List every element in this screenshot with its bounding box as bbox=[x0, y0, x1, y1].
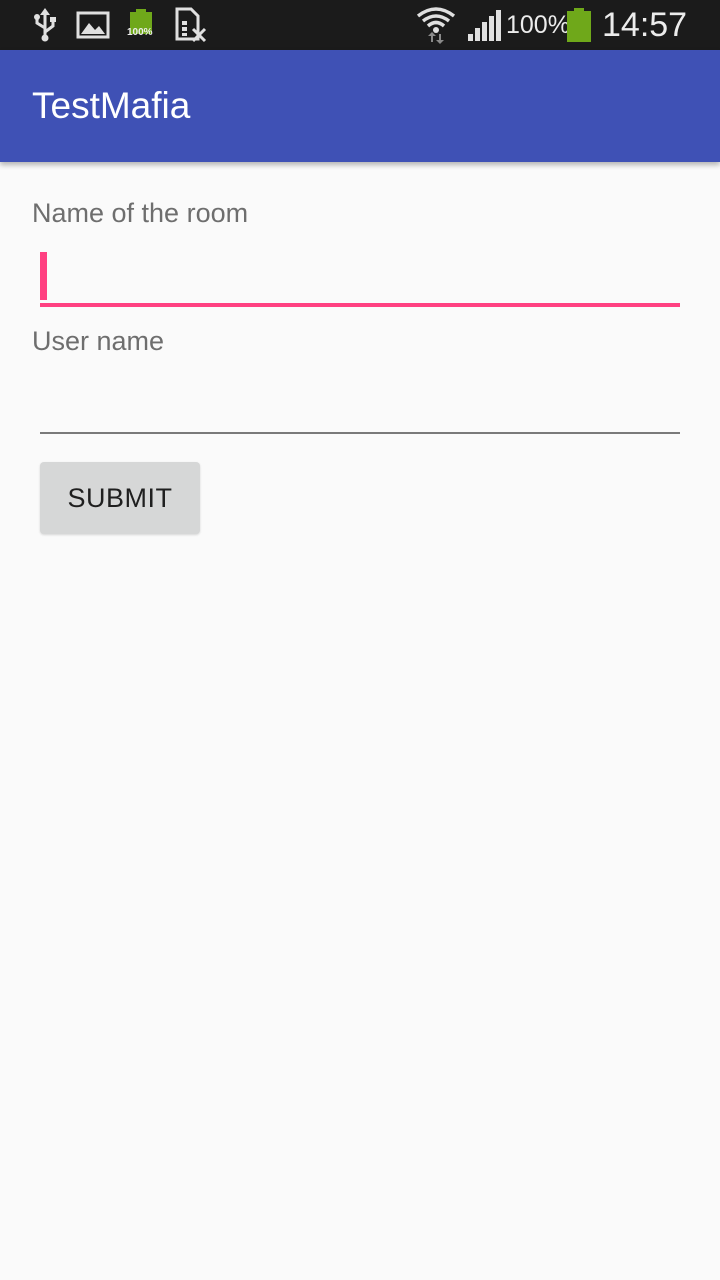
room-name-input[interactable] bbox=[40, 242, 680, 304]
battery-notification-text: 100% bbox=[127, 26, 153, 38]
usb-icon bbox=[30, 0, 60, 50]
main-content: Name of the room User name SUBMIT bbox=[0, 162, 720, 1280]
user-name-label: User name bbox=[32, 326, 165, 356]
user-name-input[interactable] bbox=[40, 370, 680, 432]
room-name-label: Name of the room bbox=[32, 198, 249, 228]
app-bar: TestMafia bbox=[0, 50, 720, 162]
submit-button[interactable]: SUBMIT bbox=[40, 462, 200, 534]
battery-icon bbox=[566, 0, 592, 50]
app-title: TestMafia bbox=[32, 85, 191, 126]
image-icon bbox=[76, 0, 110, 50]
clock: 14:57 bbox=[602, 5, 688, 44]
submit-button-label: SUBMIT bbox=[67, 482, 173, 513]
wifi-icon bbox=[416, 0, 456, 50]
sim-card-off-icon bbox=[174, 0, 208, 50]
room-name-underline bbox=[40, 303, 680, 307]
battery-percent: 100% bbox=[506, 10, 570, 39]
status-bar: 100% 100% 14:57 bbox=[0, 0, 720, 50]
signal-icon bbox=[466, 0, 502, 50]
user-name-underline bbox=[40, 432, 680, 434]
